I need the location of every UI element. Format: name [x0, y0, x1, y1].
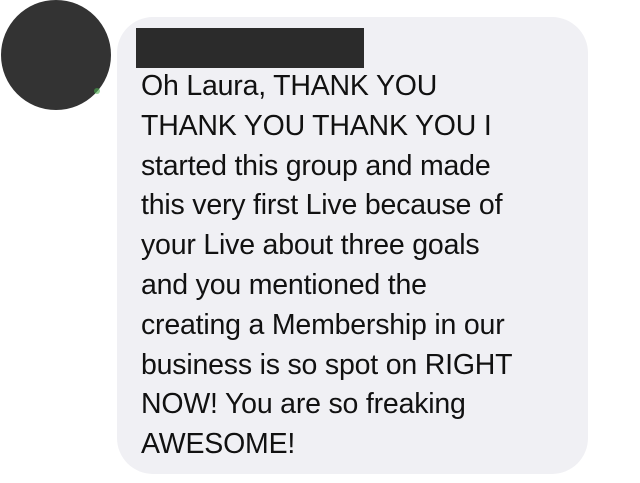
comment-text: Oh Laura, THANK YOU THANK YOU THANK YOU …: [141, 70, 513, 461]
comment-actions-row-cropped: [124, 478, 264, 483]
presence-indicator: [94, 88, 100, 94]
author-name-redacted[interactable]: [136, 28, 364, 68]
